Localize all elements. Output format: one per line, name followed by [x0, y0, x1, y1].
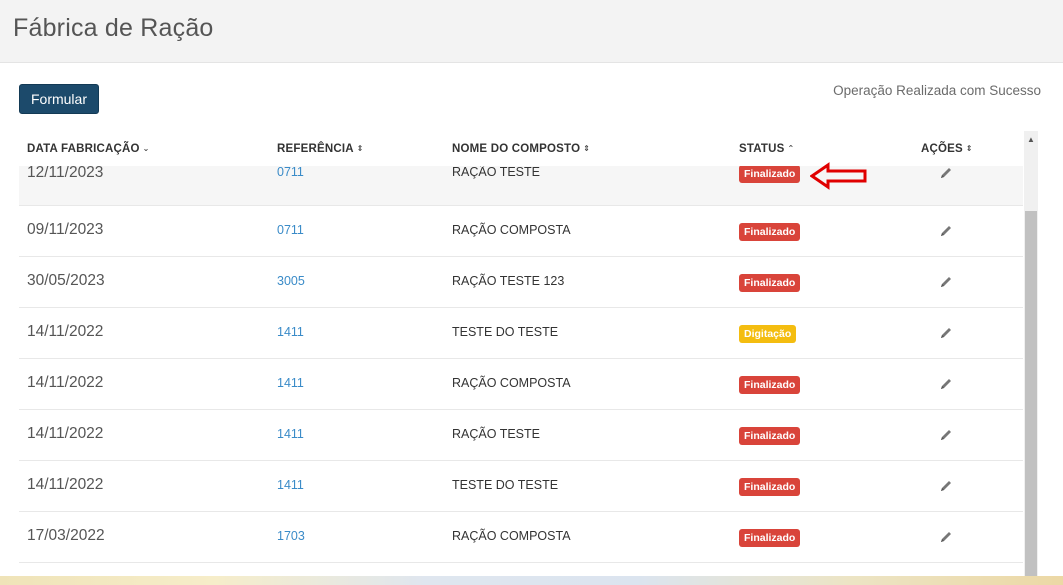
cell-compound-name: RAÇÃO COMPOSTA	[452, 376, 571, 390]
vertical-scrollbar[interactable]: ▲	[1024, 131, 1038, 576]
formular-button[interactable]: Formular	[19, 84, 99, 114]
table-row: 14/11/2022 1411 RAÇÃO TESTE Finalizado	[19, 410, 1023, 461]
cell-reference-link[interactable]: 1411	[277, 325, 304, 339]
cell-compound-name: RAÇÃO COMPOSTA	[452, 223, 571, 237]
column-header-status[interactable]: STATUS ⌃	[739, 143, 794, 155]
cell-compound-name: RAÇÃO COMPOSTA	[452, 529, 571, 543]
table-body: 12/11/2023 0711 RAÇÃO TESTE Finalizado 0…	[19, 166, 1023, 576]
status-badge: Finalizado	[739, 166, 801, 183]
pencil-icon	[941, 481, 951, 491]
pencil-icon	[941, 226, 951, 236]
table-row: 30/05/2023 3005 RAÇÃO TESTE 123 Finaliza…	[19, 257, 1023, 308]
pencil-icon	[941, 430, 951, 440]
sort-desc-icon: ⌄	[142, 144, 150, 153]
edit-button[interactable]	[939, 326, 953, 345]
pencil-icon	[941, 277, 951, 287]
cell-date: 14/11/2022	[27, 476, 104, 493]
column-header-acoes[interactable]: AÇÕES ⇕	[921, 143, 973, 155]
status-badge: Finalizado	[739, 223, 801, 241]
taskbar-strip	[0, 576, 1063, 585]
status-badge: Finalizado	[739, 427, 801, 445]
edit-button[interactable]	[939, 479, 953, 498]
table-row: 09/11/2023 0711 RAÇÃO COMPOSTA Finalizad…	[19, 206, 1023, 257]
pencil-icon	[941, 532, 951, 542]
success-message: Operação Realizada com Sucesso	[833, 83, 1041, 98]
cell-reference-link[interactable]: 1411	[277, 427, 304, 441]
scroll-up-arrow-icon[interactable]: ▲	[1024, 131, 1038, 147]
status-badge: Digitação	[739, 325, 797, 343]
edit-button[interactable]	[939, 224, 953, 243]
status-badge: Finalizado	[739, 478, 801, 496]
status-badge: Finalizado	[739, 376, 801, 394]
table-row: 14/11/2022 1411 TESTE DO TESTE Digitação	[19, 308, 1023, 359]
cell-date: 09/11/2023	[27, 221, 104, 238]
cell-date: 12/11/2023	[27, 166, 104, 181]
cell-compound-name: TESTE DO TESTE	[452, 478, 559, 492]
cell-date: 17/03/2022	[27, 527, 105, 544]
table-row: 12/11/2023 0711 RAÇÃO TESTE Finalizado	[19, 166, 1023, 206]
red-arrow-icon	[810, 162, 867, 190]
column-header-nome-do-composto[interactable]: NOME DO COMPOSTO ⇕	[452, 143, 590, 155]
table-header: DATA FABRICAÇÃO ⌄ REFERÊNCIA ⇕ NOME DO COM…	[19, 138, 1023, 166]
edit-button[interactable]	[939, 275, 953, 294]
edit-button[interactable]	[939, 377, 953, 396]
edit-button[interactable]	[939, 530, 953, 549]
cell-date: 14/11/2022	[27, 374, 104, 391]
sort-asc-icon: ⌃	[787, 144, 795, 153]
cell-compound-name: TESTE DO TESTE	[452, 325, 559, 339]
cell-reference-link[interactable]: 1411	[277, 376, 304, 390]
pencil-icon	[941, 328, 951, 338]
edit-button[interactable]	[939, 428, 953, 447]
cell-reference-link[interactable]: 0711	[277, 166, 304, 179]
cell-reference-link[interactable]: 1703	[277, 529, 305, 543]
sort-icon: ⇕	[583, 144, 591, 153]
cell-compound-name: RAÇÃO TESTE	[452, 427, 540, 441]
sort-icon: ⇕	[965, 144, 973, 153]
table-row: 17/03/2022 1703 RAÇÃO COMPOSTA Finalizad…	[19, 512, 1023, 563]
cell-reference-link[interactable]: 1411	[277, 478, 304, 492]
table-row: 14/11/2022 1411 TESTE DO TESTE Finalizad…	[19, 461, 1023, 512]
pencil-icon	[941, 168, 951, 178]
cell-compound-name: RAÇÃO TESTE	[452, 166, 540, 179]
cell-date: 14/11/2022	[27, 425, 104, 442]
status-badge: Finalizado	[739, 529, 801, 547]
cell-reference-link[interactable]: 0711	[277, 223, 304, 237]
edit-button[interactable]	[939, 166, 953, 185]
page-header: Fábrica de Ração	[0, 0, 1063, 62]
pencil-icon	[941, 379, 951, 389]
page-title: Fábrica de Ração	[13, 14, 214, 42]
scrollbar-thumb[interactable]	[1025, 211, 1037, 576]
cell-reference-link[interactable]: 3005	[277, 274, 305, 288]
cell-date: 14/11/2022	[27, 323, 104, 340]
column-header-data-fabricacao[interactable]: DATA FABRICAÇÃO ⌄	[27, 143, 150, 155]
cell-compound-name: RAÇÃO TESTE 123	[452, 274, 565, 288]
cell-date: 30/05/2023	[27, 272, 105, 289]
sort-icon: ⇕	[356, 144, 364, 153]
column-header-referencia[interactable]: REFERÊNCIA ⇕	[277, 143, 364, 155]
table-row: 14/11/2022 1411 RAÇÃO COMPOSTA Finalizad…	[19, 359, 1023, 410]
status-badge: Finalizado	[739, 274, 801, 292]
